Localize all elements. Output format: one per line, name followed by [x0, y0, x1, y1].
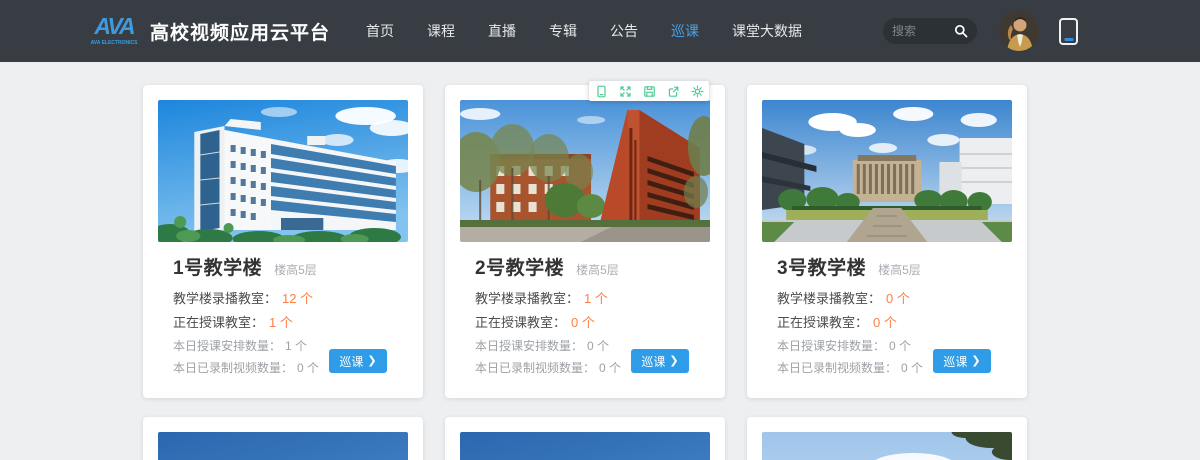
- sky-image: [460, 432, 710, 460]
- card-body: 2号教学楼 楼高5层 教学楼录播教室：1 个 正在授课教室：0 个 本日授课安排…: [445, 242, 725, 398]
- save-icon[interactable]: [643, 85, 656, 98]
- chevron-right-icon: ❯: [669, 356, 678, 367]
- nav-item-home[interactable]: 首页: [366, 21, 394, 41]
- building-photo-1[interactable]: [158, 100, 408, 242]
- stat-value: 0 个: [571, 315, 595, 330]
- stat-today-recorded: 本日已录制视频数量：0 个: [777, 361, 923, 376]
- stat-value: 12 个: [282, 291, 313, 306]
- nav-item-albums[interactable]: 专辑: [549, 21, 577, 41]
- search-icon[interactable]: [954, 24, 968, 38]
- mobile-phone-icon[interactable]: [1059, 18, 1078, 45]
- stat-recording-rooms: 教学楼录播教室：1 个: [475, 291, 695, 307]
- stat-value: 1 个: [584, 291, 608, 306]
- building-card-6: [747, 417, 1027, 460]
- stat-today-scheduled: 本日授课安排数量：0 个: [777, 339, 923, 354]
- building-card-5: [445, 417, 725, 460]
- share-icon[interactable]: [667, 85, 680, 98]
- building-card-3: 3号教学楼 楼高5层 教学楼录播教室：0 个 正在授课教室：0 个 本日授课安排…: [747, 85, 1027, 398]
- stat-value: 0 个: [886, 291, 910, 306]
- app-title: 高校视频应用云平台: [150, 18, 330, 45]
- building-1-illustration: [158, 100, 408, 242]
- building-card-2: 2号教学楼 楼高5层 教学楼录播教室：1 个 正在授课教室：0 个 本日授课安排…: [445, 85, 725, 398]
- top-navbar: AVA AVA ELECTRONICS 高校视频应用云平台 首页 课程 直播 专…: [0, 0, 1200, 62]
- nav-item-courses[interactable]: 课程: [427, 21, 455, 41]
- stat-today-recorded: 本日已录制视频数量：0 个: [173, 361, 319, 376]
- stat-today-scheduled: 本日授课安排数量：0 个: [475, 339, 621, 354]
- building-3-illustration: [762, 100, 1012, 242]
- stat-value: 0 个: [599, 361, 621, 375]
- nav-item-announcements[interactable]: 公告: [610, 21, 638, 41]
- buildings-row-2: [143, 417, 1027, 460]
- device-icon[interactable]: [595, 85, 608, 98]
- patrol-button-label: 巡课: [641, 353, 665, 370]
- building-photo-6[interactable]: [762, 432, 1012, 460]
- navbar-right-cluster: [883, 11, 1078, 51]
- building-title: 1号教学楼: [173, 253, 262, 280]
- building-photo-3[interactable]: [762, 100, 1012, 242]
- brand-logo: AVA AVA ELECTRONICS: [88, 12, 140, 50]
- building-2-illustration: [460, 100, 710, 242]
- patrol-button-label: 巡课: [339, 353, 363, 370]
- chevron-right-icon: ❯: [367, 356, 376, 367]
- stat-value: 0 个: [587, 339, 609, 353]
- brand-logo-subtext: AVA ELECTRONICS: [91, 40, 139, 46]
- settings-icon[interactable]: [691, 85, 704, 98]
- user-avatar[interactable]: [999, 11, 1039, 51]
- building-card-4: [143, 417, 423, 460]
- card-body: 1号教学楼 楼高5层 教学楼录播教室：12 个 正在授课教室：1 个 本日授课安…: [143, 242, 423, 398]
- search-input[interactable]: [892, 24, 954, 38]
- patrol-button[interactable]: 巡课 ❯: [329, 349, 387, 373]
- stat-value: 1 个: [285, 339, 307, 353]
- building-photo-4[interactable]: [158, 432, 408, 460]
- buildings-row-1: 1号教学楼 楼高5层 教学楼录播教室：12 个 正在授课教室：1 个 本日授课安…: [143, 85, 1027, 398]
- building-title: 3号教学楼: [777, 253, 866, 280]
- patrol-button[interactable]: 巡课 ❯: [933, 349, 991, 373]
- sky-image: [158, 432, 408, 460]
- stat-teaching-rooms: 正在授课教室：0 个: [777, 315, 997, 331]
- nav-item-patrol[interactable]: 巡课: [671, 21, 699, 41]
- stat-teaching-rooms: 正在授课教室：0 个: [475, 315, 695, 331]
- building-photo-2[interactable]: [460, 100, 710, 242]
- stat-today-scheduled: 本日授课安排数量：1 个: [173, 339, 319, 354]
- stat-value: 1 个: [269, 315, 293, 330]
- main-nav: 首页 课程 直播 专辑 公告 巡课 课堂大数据: [366, 21, 802, 41]
- patrol-button[interactable]: 巡课 ❯: [631, 349, 689, 373]
- building-subtitle: 楼高5层: [576, 261, 619, 278]
- avatar-image: [999, 11, 1039, 51]
- card-body: 3号教学楼 楼高5层 教学楼录播教室：0 个 正在授课教室：0 个 本日授课安排…: [747, 242, 1027, 398]
- stat-value: 0 个: [297, 361, 319, 375]
- nav-item-live[interactable]: 直播: [488, 21, 516, 41]
- stat-today-recorded: 本日已录制视频数量：0 个: [475, 361, 621, 376]
- building-photo-5[interactable]: [460, 432, 710, 460]
- search-box[interactable]: [883, 18, 977, 44]
- stat-value: 0 个: [901, 361, 923, 375]
- stat-teaching-rooms: 正在授课教室：1 个: [173, 315, 393, 331]
- card-hover-toolbar: [589, 81, 709, 101]
- stat-recording-rooms: 教学楼录播教室：0 个: [777, 291, 997, 307]
- stat-value: 0 个: [889, 339, 911, 353]
- patrol-button-label: 巡课: [943, 353, 967, 370]
- building-subtitle: 楼高5层: [274, 261, 317, 278]
- stat-recording-rooms: 教学楼录播教室：12 个: [173, 291, 393, 307]
- chevron-right-icon: ❯: [971, 356, 980, 367]
- fullscreen-icon[interactable]: [619, 85, 632, 98]
- building-card-1: 1号教学楼 楼高5层 教学楼录播教室：12 个 正在授课教室：1 个 本日授课安…: [143, 85, 423, 398]
- building-title: 2号教学楼: [475, 253, 564, 280]
- building-subtitle: 楼高5层: [878, 261, 921, 278]
- brand-logo-text: AVA: [93, 13, 134, 39]
- nav-item-classroom-bigdata[interactable]: 课堂大数据: [732, 21, 802, 41]
- stat-value: 0 个: [873, 315, 897, 330]
- sky-image: [762, 432, 1012, 460]
